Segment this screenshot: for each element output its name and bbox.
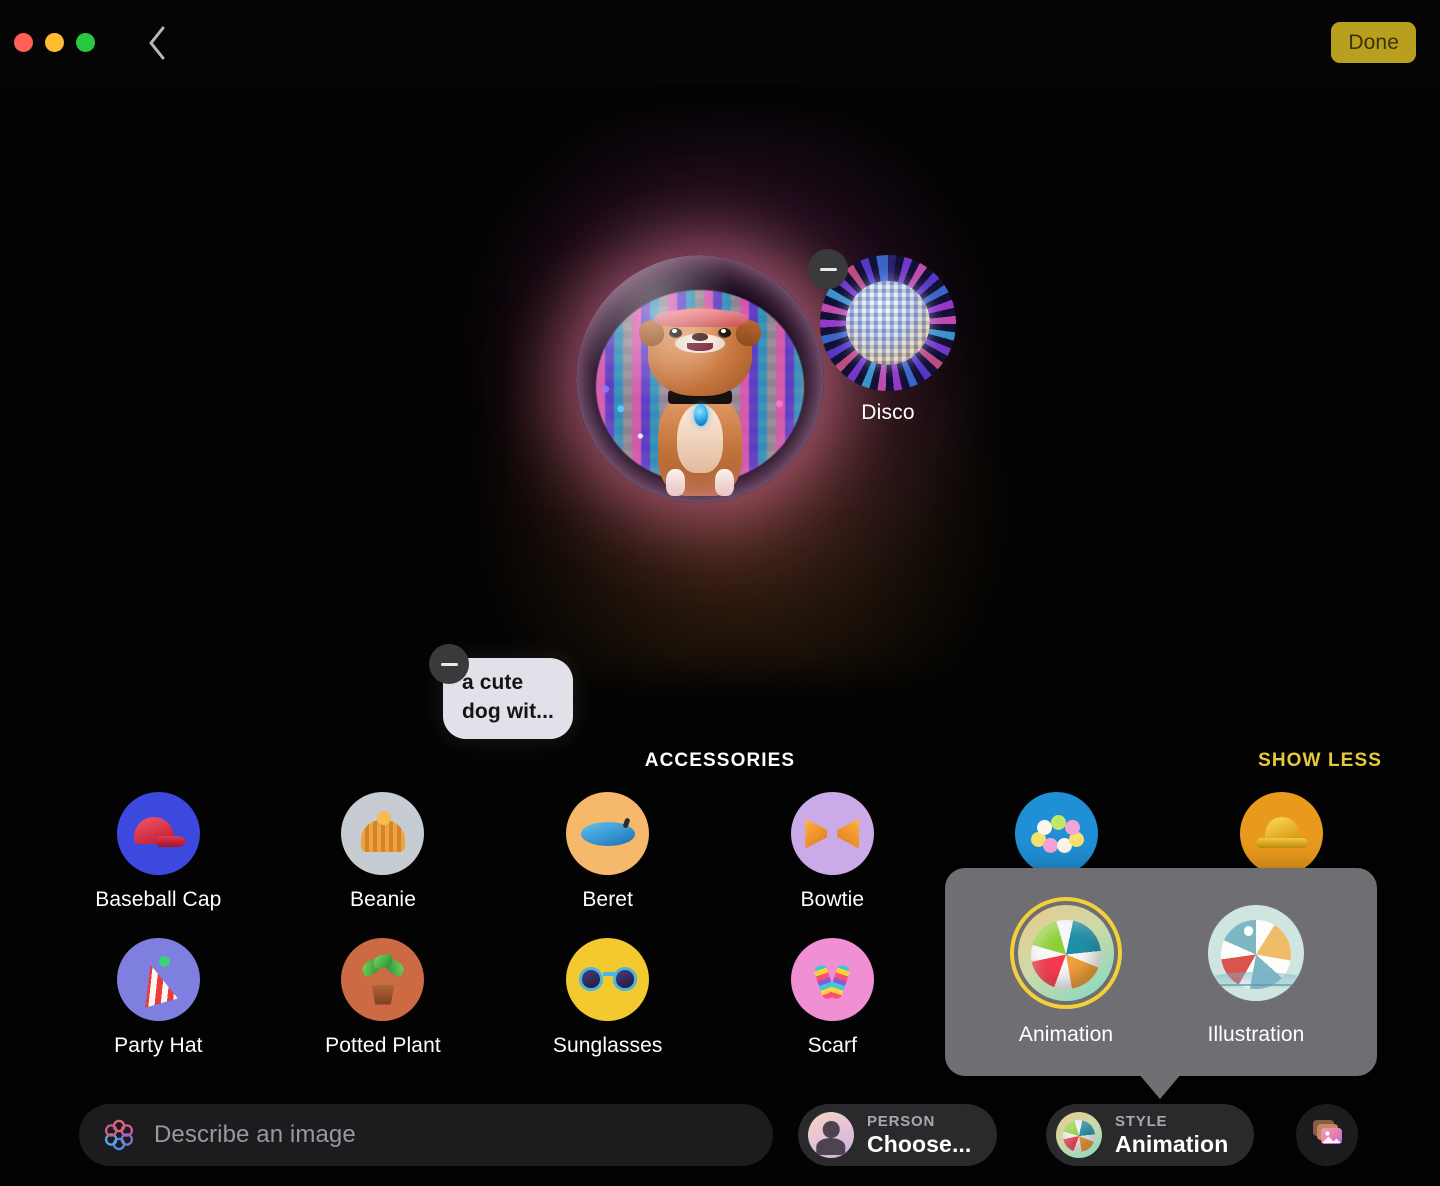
style-option-label: Animation	[1018, 1023, 1114, 1046]
beanie-icon[interactable]	[341, 792, 425, 875]
style-swatch-icon	[1056, 1112, 1102, 1158]
concept-chip-disco[interactable]: Disco	[808, 249, 956, 425]
person-value: Choose...	[867, 1130, 972, 1157]
style-option-animation[interactable]: Animation	[1010, 897, 1122, 1047]
accessory-party-hat[interactable]: Party Hat	[46, 938, 271, 1058]
close-window-button[interactable]	[14, 33, 33, 52]
accessory-baseball-cap[interactable]: Baseball Cap	[46, 792, 271, 912]
accessory-scarf[interactable]: Scarf	[720, 938, 945, 1058]
photo-library-icon	[1310, 1118, 1344, 1153]
accessory-label: Baseball Cap	[95, 888, 222, 911]
show-less-button[interactable]: SHOW LESS	[1258, 750, 1382, 772]
photo-picker-button[interactable]	[1296, 1104, 1358, 1166]
potted-plant-icon[interactable]	[341, 938, 425, 1021]
bottom-toolbar: Describe an image PERSON Choose... STYLE…	[0, 1090, 1440, 1186]
minimize-window-button[interactable]	[45, 33, 64, 52]
remove-prompt-icon[interactable]	[429, 644, 469, 684]
accessory-beret[interactable]: Beret	[495, 792, 720, 912]
person-button[interactable]: PERSON Choose...	[798, 1104, 998, 1166]
beret-icon[interactable]	[566, 792, 650, 875]
baseball-cap-icon[interactable]	[116, 792, 200, 875]
style-kicker: STYLE	[1115, 1112, 1168, 1130]
mirror-ball-icon	[845, 280, 931, 366]
done-button[interactable]: Done	[1331, 22, 1416, 63]
accessory-sunglasses[interactable]: Sunglasses	[495, 938, 720, 1058]
style-option-illustration[interactable]: Illustration	[1200, 897, 1312, 1047]
remove-disco-icon[interactable]	[808, 249, 848, 289]
party-hat-icon[interactable]	[116, 938, 200, 1021]
style-button[interactable]: STYLE Animation	[1046, 1104, 1255, 1166]
style-value: Animation	[1115, 1130, 1229, 1157]
animation-style-icon	[1018, 905, 1114, 1001]
image-canvas: Disco a cute dog wit...	[0, 86, 1440, 740]
image-playground-icon	[101, 1117, 137, 1153]
bubble-gloss	[576, 255, 824, 503]
chevron-left-icon	[147, 26, 167, 60]
describe-input-placeholder: Describe an image	[154, 1121, 356, 1148]
accessory-label: Party Hat	[114, 1034, 203, 1057]
back-button[interactable]	[136, 17, 178, 69]
style-option-illustration-ring	[1200, 897, 1312, 1009]
title-bar: Done	[0, 0, 1440, 86]
accessory-label: Beanie	[349, 888, 416, 911]
accessories-header: ACCESSORIES SHOW LESS	[0, 750, 1440, 780]
window-traffic-lights	[14, 33, 95, 52]
accessory-label: Sunglasses	[552, 1034, 663, 1057]
accessory-beanie[interactable]: Beanie	[271, 792, 496, 912]
style-option-label: Illustration	[1207, 1023, 1305, 1046]
generated-image-scene	[576, 255, 824, 503]
describe-input[interactable]: Describe an image	[79, 1104, 773, 1166]
accessory-label: Bowtie	[800, 888, 865, 911]
concept-chip-label: Disco	[861, 401, 915, 424]
sunglasses-icon[interactable]	[566, 938, 650, 1021]
image-playground-window: Done Disco a cute dog wit... ACCESSORIES…	[0, 0, 1440, 1186]
accessory-label: Scarf	[807, 1034, 858, 1057]
accessory-label: Beret	[582, 888, 634, 911]
flower-crown-icon[interactable]	[1015, 792, 1099, 875]
hard-hat-icon[interactable]	[1240, 792, 1324, 875]
zoom-window-button[interactable]	[76, 33, 95, 52]
person-kicker: PERSON	[867, 1112, 936, 1130]
generated-image[interactable]	[576, 255, 824, 503]
accessory-label: Potted Plant	[325, 1034, 441, 1057]
bowtie-icon[interactable]	[790, 792, 874, 875]
scarf-icon[interactable]	[790, 938, 874, 1021]
illustration-style-icon	[1208, 905, 1304, 1001]
style-popover: Animation Illustration	[945, 868, 1377, 1076]
accessory-potted-plant[interactable]: Potted Plant	[271, 938, 496, 1058]
style-option-animation-selected-ring	[1010, 897, 1122, 1009]
accessories-title: ACCESSORIES	[644, 750, 796, 771]
accessory-bowtie[interactable]: Bowtie	[720, 792, 945, 912]
person-avatar-icon	[808, 1112, 854, 1158]
concept-chip-prompt[interactable]: a cute dog wit...	[429, 644, 573, 740]
